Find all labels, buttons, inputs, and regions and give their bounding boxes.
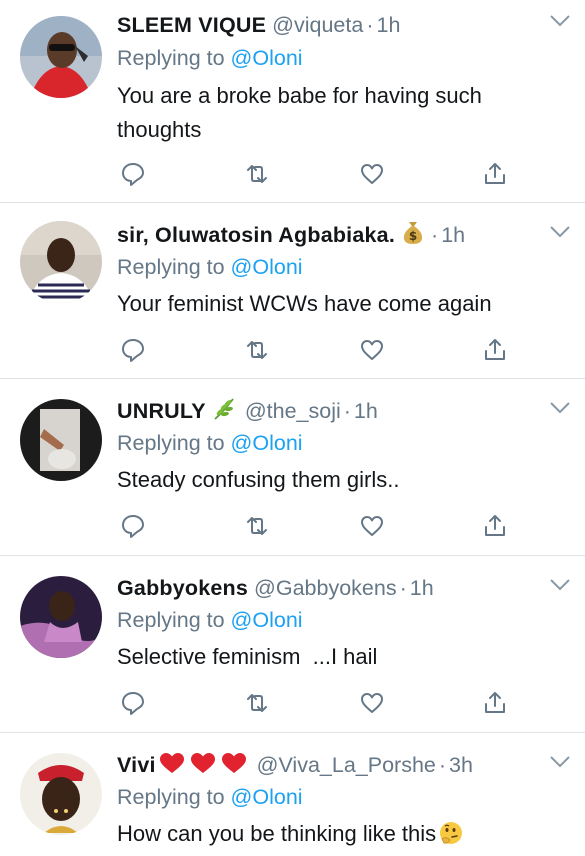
replying-to-line: Replying to @Oloni [117, 604, 303, 636]
replying-to-line: Replying to @Oloni [117, 781, 303, 813]
chevron-down-icon[interactable] [549, 401, 571, 415]
separator-dot: · [399, 576, 407, 600]
tweet-text-content: How can you be thinking like this [117, 821, 437, 846]
share-icon[interactable] [479, 334, 511, 366]
timestamp[interactable]: 1h [410, 576, 434, 600]
like-icon[interactable] [356, 334, 388, 366]
timestamp[interactable]: 1h [376, 13, 400, 37]
chevron-down-icon[interactable] [549, 578, 571, 592]
user-handle[interactable]: @Gabbyokens [254, 576, 397, 600]
retweet-icon[interactable] [241, 334, 273, 366]
action-bar [117, 510, 507, 542]
chevron-down-icon[interactable] [549, 14, 571, 28]
retweet-icon[interactable] [241, 158, 273, 190]
replying-to-label: Replying to [117, 785, 231, 809]
timestamp[interactable]: 1h [354, 399, 378, 423]
reply-icon[interactable] [117, 334, 149, 366]
share-icon[interactable] [479, 510, 511, 542]
display-name[interactable]: sir, Oluwatosin Agbabiaka. [117, 223, 395, 247]
share-icon[interactable] [479, 158, 511, 190]
action-bar [117, 334, 507, 366]
user-handle[interactable]: @Viva_La_Porshe [257, 753, 436, 777]
tweet-3[interactable]: UNRULY @the_soji · 1h Replying to @Oloni St… [0, 379, 585, 556]
like-icon[interactable] [356, 510, 388, 542]
replying-to-mention[interactable]: @Oloni [231, 255, 303, 279]
tweet-text: You are a broke babe for having such tho… [117, 83, 482, 142]
tweet-text: Your feminist WCWs have come again [117, 291, 492, 316]
tweet-1[interactable]: SLEEM VIQUE @viqueta · 1h Replying to @Olon… [0, 0, 585, 203]
separator-dot: · [366, 13, 374, 37]
tweet-5[interactable]: Vivi @Viva_La_Porshe · 3h Replying to @Olon… [0, 733, 585, 855]
svg-text:$: $ [409, 229, 417, 243]
display-name[interactable]: Vivi [117, 753, 156, 777]
avatar[interactable] [20, 576, 102, 658]
like-icon[interactable] [356, 687, 388, 719]
replying-to-label: Replying to [117, 46, 231, 70]
avatar[interactable] [20, 221, 102, 303]
display-name[interactable]: UNRULY [117, 399, 206, 423]
replying-to-line: Replying to @Oloni [117, 42, 303, 74]
separator-dot: · [438, 753, 447, 777]
action-bar [117, 158, 507, 190]
tweet-4[interactable]: Gabbyokens @Gabbyokens · 1h Replying to @Ol… [0, 556, 585, 733]
replying-to-mention[interactable]: @Oloni [231, 608, 303, 632]
like-icon[interactable] [356, 158, 388, 190]
reply-icon[interactable] [117, 687, 149, 719]
separator-dot: · [343, 399, 351, 423]
replying-to-line: Replying to @Oloni [117, 251, 303, 283]
replying-to-label: Replying to [117, 255, 231, 279]
tweet-text: How can you be thinking like this [117, 817, 545, 856]
user-handle[interactable]: @the_soji [245, 399, 341, 423]
chevron-down-icon[interactable] [549, 225, 571, 239]
replying-to-mention[interactable]: @Oloni [231, 785, 303, 809]
share-icon[interactable] [479, 687, 511, 719]
retweet-icon[interactable] [241, 687, 273, 719]
display-name[interactable]: SLEEM VIQUE [117, 13, 266, 37]
action-bar [117, 687, 507, 719]
replying-to-label: Replying to [117, 431, 231, 455]
replying-to-label: Replying to [117, 608, 231, 632]
timestamp[interactable]: 1h [441, 223, 465, 247]
replying-to-mention[interactable]: @Oloni [231, 431, 303, 455]
display-name[interactable]: Gabbyokens [117, 576, 248, 600]
user-handle[interactable]: @viqueta [272, 13, 363, 37]
three-red-hearts-icon [158, 751, 248, 782]
avatar[interactable] [20, 16, 102, 98]
replying-to-line: Replying to @Oloni [117, 427, 303, 459]
replying-to-mention[interactable]: @Oloni [231, 46, 303, 70]
herb-icon [212, 397, 236, 428]
tweet-2[interactable]: sir, Oluwatosin Agbabiaka. $ · 1h Replying … [0, 203, 585, 379]
chevron-down-icon[interactable] [549, 755, 571, 769]
retweet-icon[interactable] [241, 510, 273, 542]
avatar[interactable] [20, 399, 102, 481]
separator-dot: · [431, 223, 439, 247]
reply-icon[interactable] [117, 158, 149, 190]
thinking-face-icon [438, 820, 464, 856]
timestamp[interactable]: 3h [449, 753, 473, 777]
reply-icon[interactable] [117, 510, 149, 542]
avatar[interactable] [20, 753, 102, 835]
tweet-text: Selective feminism ...I hail [117, 644, 378, 669]
money-bag-icon: $ [401, 219, 425, 252]
tweet-text: Steady confusing them girls.. [117, 467, 400, 492]
